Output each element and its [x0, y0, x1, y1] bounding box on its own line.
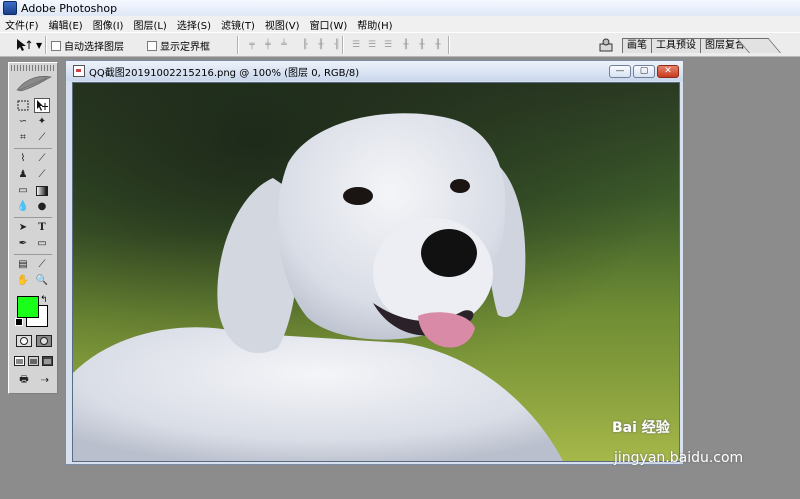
zoom-tool-icon[interactable]: 🔍: [34, 273, 50, 288]
menu-edit[interactable]: 编辑(E): [44, 17, 88, 32]
distribute-bottom-icon[interactable]: ☰: [382, 39, 394, 50]
align-top-icon[interactable]: ╤: [246, 39, 258, 50]
swap-colors-icon[interactable]: ↰: [40, 295, 48, 305]
tool-preset-picker[interactable]: ▼: [14, 37, 42, 53]
align-hcenter-icon[interactable]: ╫: [315, 39, 327, 50]
auto-select-layer-option[interactable]: 自动选择图层: [51, 38, 124, 53]
move-tool-icon[interactable]: [34, 98, 50, 113]
close-button[interactable]: ✕: [657, 65, 679, 78]
menu-image[interactable]: 图像(I): [88, 17, 129, 32]
distribute-vertical-buttons: ☰ ☰ ☰: [350, 39, 394, 50]
printer-icon[interactable]: 🖶: [15, 373, 33, 388]
tab-tool-presets[interactable]: 工具预设: [651, 38, 701, 53]
dog-photo: [73, 83, 679, 461]
document-window: QQ截图20191002215216.png @ 100% (图层 0, RGB…: [65, 60, 684, 465]
default-colors-icon[interactable]: [15, 318, 23, 326]
foreground-color-swatch[interactable]: [17, 296, 39, 318]
divider: [14, 148, 52, 149]
app-title-bar: Adobe Photoshop: [0, 0, 800, 17]
path-selection-tool-icon[interactable]: ➤: [15, 220, 31, 235]
image-canvas[interactable]: [72, 82, 680, 462]
menu-view[interactable]: 视图(V): [260, 17, 305, 32]
toolbox: ∽ ✦ ⌗ ⟋ ⌇ ⟋ ♟ ⟋ ▭ 💧 ● ➤ T ✒ ▭ ▤ ⟋ ✋ 🔍 ↰ …: [8, 62, 58, 394]
rectangle-tool-icon[interactable]: ▭: [34, 236, 50, 251]
brush-tool-icon[interactable]: ⟋: [34, 151, 50, 166]
tab-brushes[interactable]: 画笔: [622, 38, 652, 53]
dodge-tool-icon[interactable]: ●: [34, 199, 50, 214]
show-bounding-box-checkbox[interactable]: [147, 40, 157, 51]
divider: [237, 36, 239, 54]
type-tool-icon[interactable]: T: [34, 220, 50, 235]
app-title: Adobe Photoshop: [21, 1, 118, 15]
standard-mode-icon[interactable]: [15, 333, 33, 348]
divider: [14, 217, 52, 218]
pen-tool-icon[interactable]: ✒: [15, 236, 31, 251]
align-buttons: ╤ ╪ ╧ ╟ ╫ ╢: [246, 39, 343, 50]
distribute-vcenter-icon[interactable]: ☰: [366, 39, 378, 50]
eyedropper-tool-icon[interactable]: ⟋: [34, 257, 50, 272]
feather-logo-icon[interactable]: [13, 73, 53, 93]
show-bounding-box-option[interactable]: 显示定界框: [147, 38, 210, 53]
menu-select[interactable]: 选择(S): [172, 17, 216, 32]
slice-tool-icon[interactable]: ⟋: [34, 130, 50, 145]
full-screen-mode-icon[interactable]: [41, 353, 54, 368]
healing-brush-tool-icon[interactable]: ⌇: [15, 151, 31, 166]
baidu-watermark-logo: Bai 经验: [612, 420, 670, 436]
notes-tool-icon[interactable]: ▤: [15, 257, 31, 272]
show-bounding-box-label: 显示定界框: [160, 42, 210, 53]
marquee-tool-icon[interactable]: [15, 98, 31, 113]
document-title-bar[interactable]: QQ截图20191002215216.png @ 100% (图层 0, RGB…: [66, 61, 683, 81]
eraser-tool-icon[interactable]: ▭: [15, 183, 31, 198]
auto-select-layer-checkbox[interactable]: [51, 40, 61, 51]
quick-mask-mode-icon[interactable]: [35, 333, 53, 348]
divider: [45, 36, 47, 54]
hand-tool-icon[interactable]: ✋: [15, 273, 31, 288]
gradient-tool-icon[interactable]: [34, 183, 50, 198]
window-controls: — ▢ ✕: [609, 65, 679, 78]
divider: [342, 36, 344, 54]
toolbox-grip[interactable]: [11, 65, 55, 71]
distribute-left-icon[interactable]: ╫: [400, 39, 412, 50]
full-screen-menu-mode-icon[interactable]: [27, 353, 40, 368]
magic-wand-tool-icon[interactable]: ✦: [34, 114, 50, 129]
document-title: QQ截图20191002215216.png @ 100% (图层 0, RGB…: [89, 67, 360, 79]
divider: [448, 36, 450, 54]
palette-well-tabs: 画笔 工具预设 图层复合: [622, 38, 781, 53]
divider: [14, 254, 52, 255]
lasso-tool-icon[interactable]: ∽: [15, 114, 31, 129]
distribute-top-icon[interactable]: ☰: [350, 39, 362, 50]
align-vcenter-icon[interactable]: ╪: [262, 39, 274, 50]
blur-tool-icon[interactable]: 💧: [15, 199, 31, 214]
align-bottom-icon[interactable]: ╧: [278, 39, 290, 50]
menu-window[interactable]: 窗口(W): [305, 17, 353, 32]
auto-select-layer-label: 自动选择图层: [64, 42, 124, 53]
move-tool-preset-icon: [17, 39, 32, 51]
crop-tool-icon[interactable]: ⌗: [15, 130, 31, 145]
history-brush-tool-icon[interactable]: ⟋: [34, 167, 50, 182]
standard-screen-mode-icon[interactable]: [13, 353, 26, 368]
clone-stamp-tool-icon[interactable]: ♟: [15, 167, 31, 182]
dropdown-arrow-icon: ▼: [36, 40, 43, 50]
menu-filter[interactable]: 滤镜(T): [216, 17, 260, 32]
distribute-right-icon[interactable]: ╫: [432, 39, 444, 50]
menu-file[interactable]: 文件(F): [0, 17, 44, 32]
baidu-watermark-url: jingyan.baidu.com: [614, 450, 744, 466]
menu-bar: 文件(F) 编辑(E) 图像(I) 图层(L) 选择(S) 滤镜(T) 视图(V…: [0, 16, 800, 32]
document-icon: [73, 65, 85, 77]
minimize-button[interactable]: —: [609, 65, 631, 78]
align-left-icon[interactable]: ╟: [299, 39, 311, 50]
jump-to-imageready-icon[interactable]: ⇢: [36, 373, 54, 388]
menu-help[interactable]: 帮助(H): [352, 17, 397, 32]
palette-well-icon[interactable]: [597, 37, 615, 56]
menu-layer[interactable]: 图层(L): [128, 17, 171, 32]
distribute-hcenter-icon[interactable]: ╫: [416, 39, 428, 50]
photoshop-app-icon: [3, 1, 17, 15]
distribute-horizontal-buttons: ╫ ╫ ╫: [400, 39, 444, 50]
maximize-button[interactable]: ▢: [633, 65, 655, 78]
